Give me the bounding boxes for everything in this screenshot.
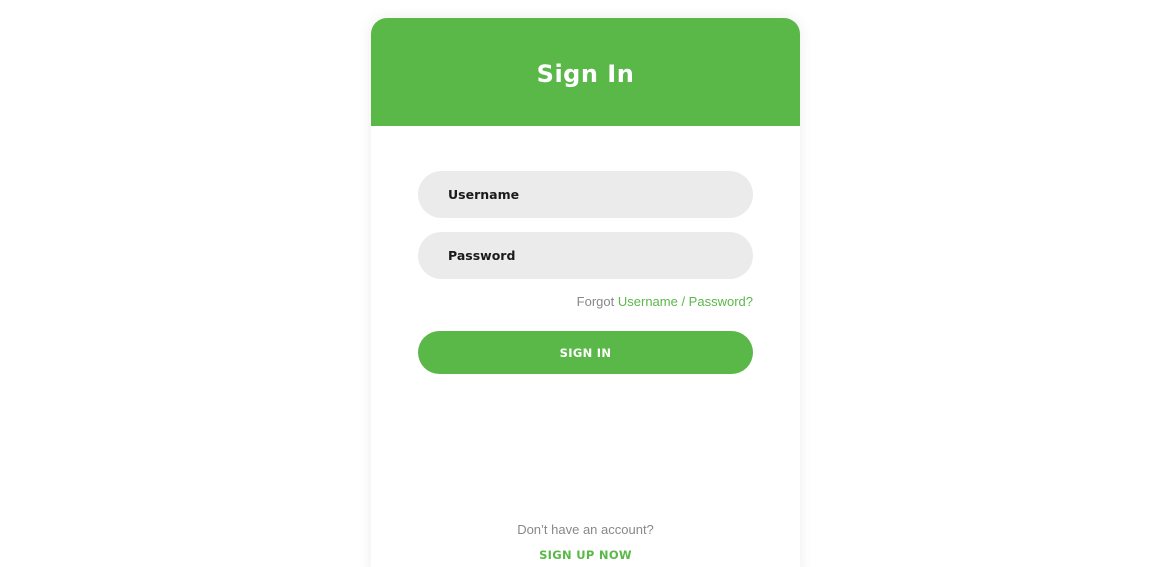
forgot-credentials: Forgot Username / Password? (577, 294, 753, 309)
sign-in-button[interactable]: SIGN IN (418, 331, 753, 374)
forgot-credentials-link[interactable]: Username / Password? (618, 294, 753, 309)
forgot-prefix-text: Forgot (576, 294, 615, 309)
card-header: Sign In (371, 18, 800, 126)
sign-up-link[interactable]: SIGN UP NOW (371, 548, 800, 562)
no-account-text: Don’t have an account? (517, 522, 654, 537)
password-input[interactable] (418, 232, 753, 279)
login-page: Sign In Forgot Username / Password? SIGN… (0, 0, 1149, 567)
username-input[interactable] (418, 171, 753, 218)
login-card: Sign In Forgot Username / Password? SIGN… (371, 18, 800, 567)
page-title: Sign In (536, 60, 635, 88)
